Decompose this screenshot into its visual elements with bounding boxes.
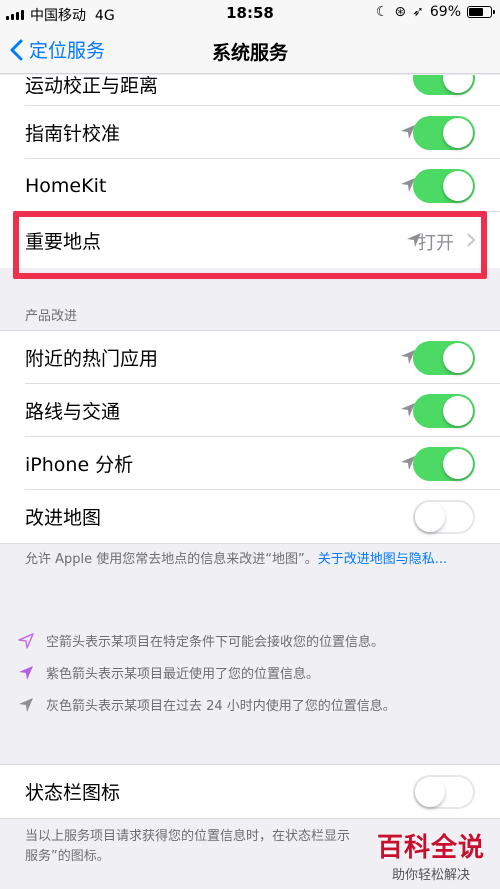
toggle-switch[interactable] [413, 116, 475, 150]
gray-arrow-icon [19, 697, 33, 712]
highlight-box [13, 211, 487, 279]
moon-icon: ☾ [375, 4, 389, 20]
hollow-arrow-icon [18, 632, 34, 649]
rotation-lock-icon: ⊛ [394, 4, 407, 20]
privacy-link[interactable]: 关于改进地图与隐私... [318, 552, 447, 567]
list-item-routing-traffic[interactable]: 路线与交通 [0, 384, 500, 437]
list-item-compass-calibration[interactable]: 指南针校准 [0, 106, 500, 159]
list-item-motion-calibration[interactable]: 运动校正与距离 [0, 75, 500, 106]
purple-arrow-icon [19, 665, 33, 680]
list-item-popular-near-me[interactable]: 附近的热门应用 [0, 331, 500, 384]
navigation-bar: 定位服务 系统服务 [0, 28, 500, 74]
toggle-switch[interactable] [413, 394, 475, 428]
status-icon-group: 状态栏图标 [0, 764, 500, 819]
legend-item-hollow: 空箭头表示某项目在特定条件下可能会接收您的位置信息。 [18, 631, 384, 650]
battery-icon [467, 6, 495, 18]
watermark-logo: 百科全说 助你轻松解决 [366, 827, 496, 883]
location-icon: ➶ [412, 4, 424, 20]
product-improvement-group: 附近的热门应用 路线与交通 iPhone 分析 改进地图 [0, 330, 500, 544]
row-label: 运动校正与距离 [25, 75, 159, 97]
toggle-switch[interactable] [413, 169, 475, 203]
list-item-status-bar-icon[interactable]: 状态栏图标 [0, 765, 500, 818]
legend-item-purple: 紫色箭头表示某项目最近使用了您的位置信息。 [18, 663, 319, 682]
watermark-subtitle: 助你轻松解决 [391, 868, 470, 883]
toggle-switch[interactable] [413, 500, 475, 534]
toggle-switch[interactable] [413, 341, 475, 375]
section-header: 产品改进 [25, 309, 78, 324]
status-bar: 中国移动 4G 18:58 ☾ ⊛ ➶ 69% [0, 0, 500, 28]
legend-item-gray: 灰色箭头表示某项目在过去 24 小时内使用了您的位置信息。 [18, 695, 396, 714]
improve-maps-footer: 允许 Apple 使用您常去地点的信息来改进“地图”。关于改进地图与隐私... [25, 552, 448, 567]
page-title: 系统服务 [211, 42, 288, 64]
list-item-improve-maps[interactable]: 改进地图 [0, 490, 500, 543]
battery-percent: 69% [429, 4, 461, 20]
toggle-switch[interactable] [413, 775, 475, 809]
list-item-homekit[interactable]: HomeKit [0, 159, 500, 212]
list-item-iphone-analytics[interactable]: iPhone 分析 [0, 437, 500, 490]
toggle-switch[interactable] [413, 447, 475, 481]
toggle-switch[interactable] [413, 75, 475, 95]
watermark-title: 百科全说 [376, 833, 485, 863]
